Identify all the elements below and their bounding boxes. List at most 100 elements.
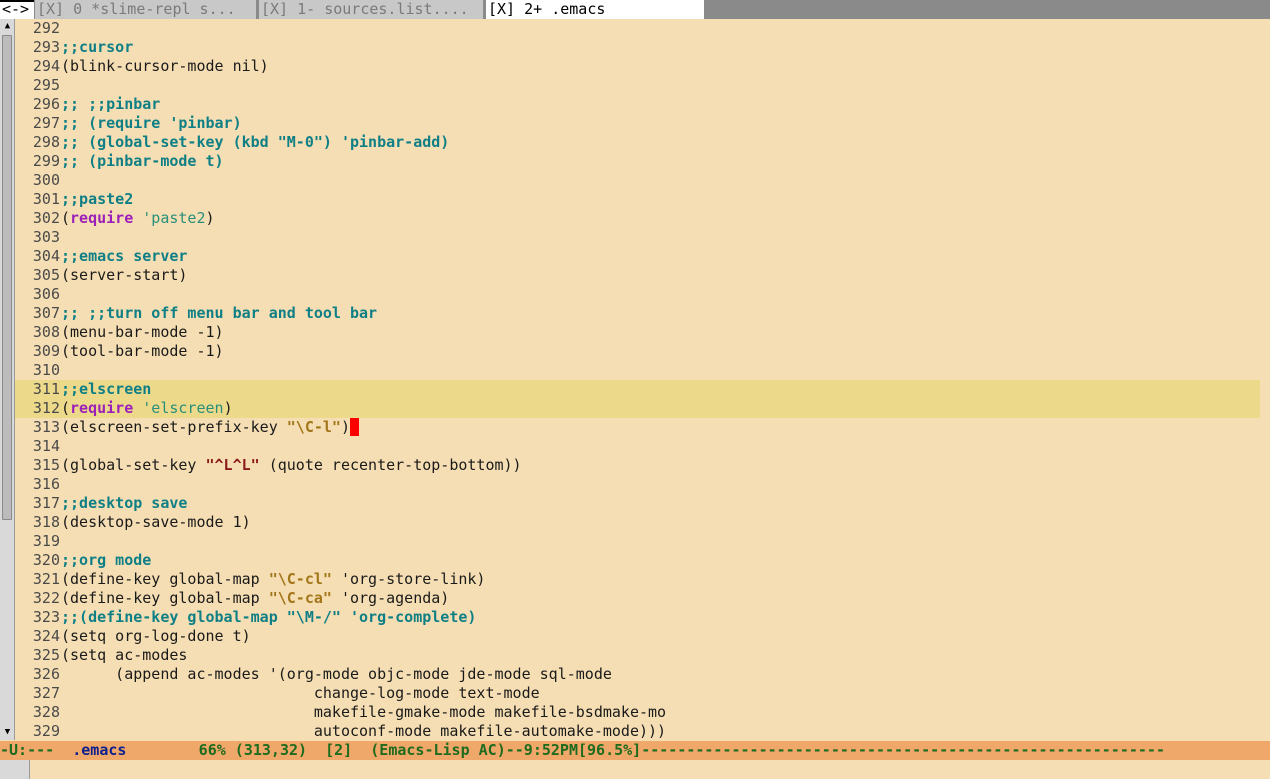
line-code[interactable]: (desktop-save-mode 1) xyxy=(61,513,251,532)
line-code[interactable]: (define-key global-map "\C-ca" 'org-agen… xyxy=(61,589,449,608)
line-code[interactable]: makefile-gmake-mode makefile-bsdmake-mo xyxy=(61,703,666,722)
line-code[interactable]: (require 'elscreen) xyxy=(61,399,233,418)
code-token: (append ac-modes '(org-mode objc-mode jd… xyxy=(61,665,612,683)
line-code[interactable]: (elscreen-set-prefix-key "\C-l") xyxy=(61,418,359,437)
buffer-line[interactable]: 303 xyxy=(15,228,1260,247)
code-token: (elscreen-set-prefix-key xyxy=(61,418,287,436)
line-code[interactable]: (require 'paste2) xyxy=(61,209,215,228)
line-code[interactable]: ;; (pinbar-mode t) xyxy=(61,152,224,171)
line-number: 319 xyxy=(32,532,60,550)
code-token: require xyxy=(70,209,134,227)
code-token: ( xyxy=(61,209,71,227)
buffer-line[interactable]: 306 xyxy=(15,285,1260,304)
code-token: require xyxy=(70,399,134,417)
line-code[interactable]: ;; (require 'pinbar) xyxy=(61,114,242,133)
buffer-line[interactable]: 328 makefile-gmake-mode makefile-bsdmake… xyxy=(15,703,1260,722)
buffer-line[interactable]: 301 ;;paste2 xyxy=(15,190,1260,209)
code-token: ;;(define-key global-map "\M-/" 'org-com… xyxy=(61,608,477,626)
buffer-line[interactable]: 297;; (require 'pinbar) xyxy=(15,114,1260,133)
buffer-line[interactable]: 293 ;;cursor xyxy=(15,38,1260,57)
line-code[interactable]: (define-key global-map "\C-cl" 'org-stor… xyxy=(61,570,485,589)
line-number: 300 xyxy=(32,171,60,189)
line-code[interactable]: ;;org mode xyxy=(61,551,151,570)
buffer-line[interactable]: 317 ;;desktop save xyxy=(15,494,1260,513)
code-token: ;;desktop save xyxy=(61,494,188,512)
line-code[interactable]: (server-start) xyxy=(61,266,187,285)
line-code[interactable]: (menu-bar-mode -1) xyxy=(61,323,224,342)
line-code[interactable]: ;; ;;pinbar xyxy=(61,95,160,114)
buffer-line[interactable]: 310 xyxy=(15,361,1260,380)
tab-slime-repl[interactable]: [X] 0 *slime-repl s... xyxy=(35,0,256,19)
line-code[interactable]: ;;elscreen xyxy=(61,380,151,399)
line-number: 310 xyxy=(32,361,60,379)
buffer-line[interactable]: 305 (server-start) xyxy=(15,266,1260,285)
buffer-line[interactable]: 325 (setq ac-modes xyxy=(15,646,1260,665)
text-cursor xyxy=(350,418,359,436)
line-code[interactable]: (blink-cursor-mode nil) xyxy=(61,57,269,76)
buffer-line[interactable]: 298;; (global-set-key (kbd "M-0") 'pinba… xyxy=(15,133,1260,152)
buffer-line[interactable]: 323 ;;(define-key global-map "\M-/" 'org-… xyxy=(15,608,1260,627)
line-code[interactable]: (global-set-key "^L^L" (quote recenter-t… xyxy=(61,456,522,475)
buffer-line[interactable]: 304 ;;emacs server xyxy=(15,247,1260,266)
buffer-line[interactable]: 309 (tool-bar-mode -1) xyxy=(15,342,1260,361)
buffer-line[interactable]: 295 xyxy=(15,76,1260,95)
buffer-line[interactable]: 300 xyxy=(15,171,1260,190)
buffer-line[interactable]: 302 (require 'paste2) xyxy=(15,209,1260,228)
buffer-line[interactable]: 294 (blink-cursor-mode nil) xyxy=(15,57,1260,76)
code-token: (setq ac-modes xyxy=(61,646,188,664)
buffer-line[interactable]: 299;; (pinbar-mode t) xyxy=(15,152,1260,171)
buffer-line[interactable]: 326 (append ac-modes '(org-mode objc-mod… xyxy=(15,665,1260,684)
buffer-line[interactable]: 321 (define-key global-map "\C-cl" 'org-s… xyxy=(15,570,1260,589)
line-code[interactable]: (setq ac-modes xyxy=(61,646,187,665)
buffer-line[interactable]: 311 ;;elscreen xyxy=(15,380,1260,399)
minibuffer-scrollbar[interactable] xyxy=(0,760,30,779)
line-code[interactable]: ;;emacs server xyxy=(61,247,187,266)
scrollbar-thumb[interactable] xyxy=(2,35,12,520)
line-code[interactable]: ;;desktop save xyxy=(61,494,187,513)
vertical-scrollbar[interactable]: ▲ ▼ xyxy=(0,19,15,740)
line-code[interactable]: (append ac-modes '(org-mode objc-mode jd… xyxy=(61,665,612,684)
buffer-line[interactable]: 308 (menu-bar-mode -1) xyxy=(15,323,1260,342)
elscreen-tab-bar: <-> [X] 0 *slime-repl s... [X] 1- source… xyxy=(0,0,1270,19)
line-code[interactable]: ;;(define-key global-map "\M-/" 'org-com… xyxy=(61,608,476,627)
code-token: (define-key global-map xyxy=(61,589,269,607)
editor-buffer[interactable]: 292 293 ;;cursor 294 (blink-cursor-mode nil)… xyxy=(15,19,1260,740)
code-token: ;;emacs server xyxy=(61,247,188,265)
scroll-down-icon[interactable]: ▼ xyxy=(2,727,13,738)
buffer-line[interactable]: 296;; ;;pinbar xyxy=(15,95,1260,114)
code-token: ;; (global-set-key (kbd "M-0") 'pinbar-a… xyxy=(61,133,450,151)
line-code[interactable]: ;;paste2 xyxy=(61,190,133,209)
line-code[interactable]: ;; (global-set-key (kbd "M-0") 'pinbar-a… xyxy=(61,133,449,152)
tab-navigation[interactable]: <-> xyxy=(0,0,34,19)
line-code[interactable]: (setq org-log-done t) xyxy=(61,627,251,646)
tab-sources-list[interactable]: [X] 1- sources.list.... xyxy=(259,0,483,19)
line-number: 293 xyxy=(32,38,60,56)
buffer-line[interactable]: 329 autoconf-mode makefile-automake-mode… xyxy=(15,722,1260,740)
line-number: 316 xyxy=(32,475,60,493)
buffer-line[interactable]: 322 (define-key global-map "\C-ca" 'org-a… xyxy=(15,589,1260,608)
line-code[interactable]: autoconf-mode makefile-automake-mode))) xyxy=(61,722,666,740)
tab-emacs[interactable]: [X] 2+ .emacs xyxy=(486,0,704,19)
line-number: 322 xyxy=(32,589,60,607)
buffer-line[interactable]: 324 (setq org-log-done t) xyxy=(15,627,1260,646)
buffer-line[interactable]: 320 ;;org mode xyxy=(15,551,1260,570)
line-code[interactable]: (tool-bar-mode -1) xyxy=(61,342,224,361)
buffer-line[interactable]: 292 xyxy=(15,19,1260,38)
code-token: ;;elscreen xyxy=(61,380,152,398)
buffer-line[interactable]: 316 xyxy=(15,475,1260,494)
line-code[interactable]: ;; ;;turn off menu bar and tool bar xyxy=(61,304,377,323)
line-number: 327 xyxy=(32,684,60,702)
buffer-line[interactable]: 327 change-log-mode text-mode xyxy=(15,684,1260,703)
buffer-line[interactable]: 318 (desktop-save-mode 1) xyxy=(15,513,1260,532)
line-number: 298 xyxy=(32,133,60,151)
line-code[interactable]: change-log-mode text-mode xyxy=(61,684,540,703)
buffer-line[interactable]: 315 (global-set-key "^L^L" (quote recente… xyxy=(15,456,1260,475)
buffer-line[interactable]: 312 (require 'elscreen) xyxy=(15,399,1260,418)
buffer-line[interactable]: 313 (elscreen-set-prefix-key "\C-l") xyxy=(15,418,1260,437)
scroll-up-icon[interactable]: ▲ xyxy=(2,21,13,32)
line-code[interactable]: ;;cursor xyxy=(61,38,133,57)
minibuffer[interactable] xyxy=(0,760,1270,779)
buffer-line[interactable]: 319 xyxy=(15,532,1260,551)
buffer-line[interactable]: 314 xyxy=(15,437,1260,456)
buffer-line[interactable]: 307;; ;;turn off menu bar and tool bar xyxy=(15,304,1260,323)
